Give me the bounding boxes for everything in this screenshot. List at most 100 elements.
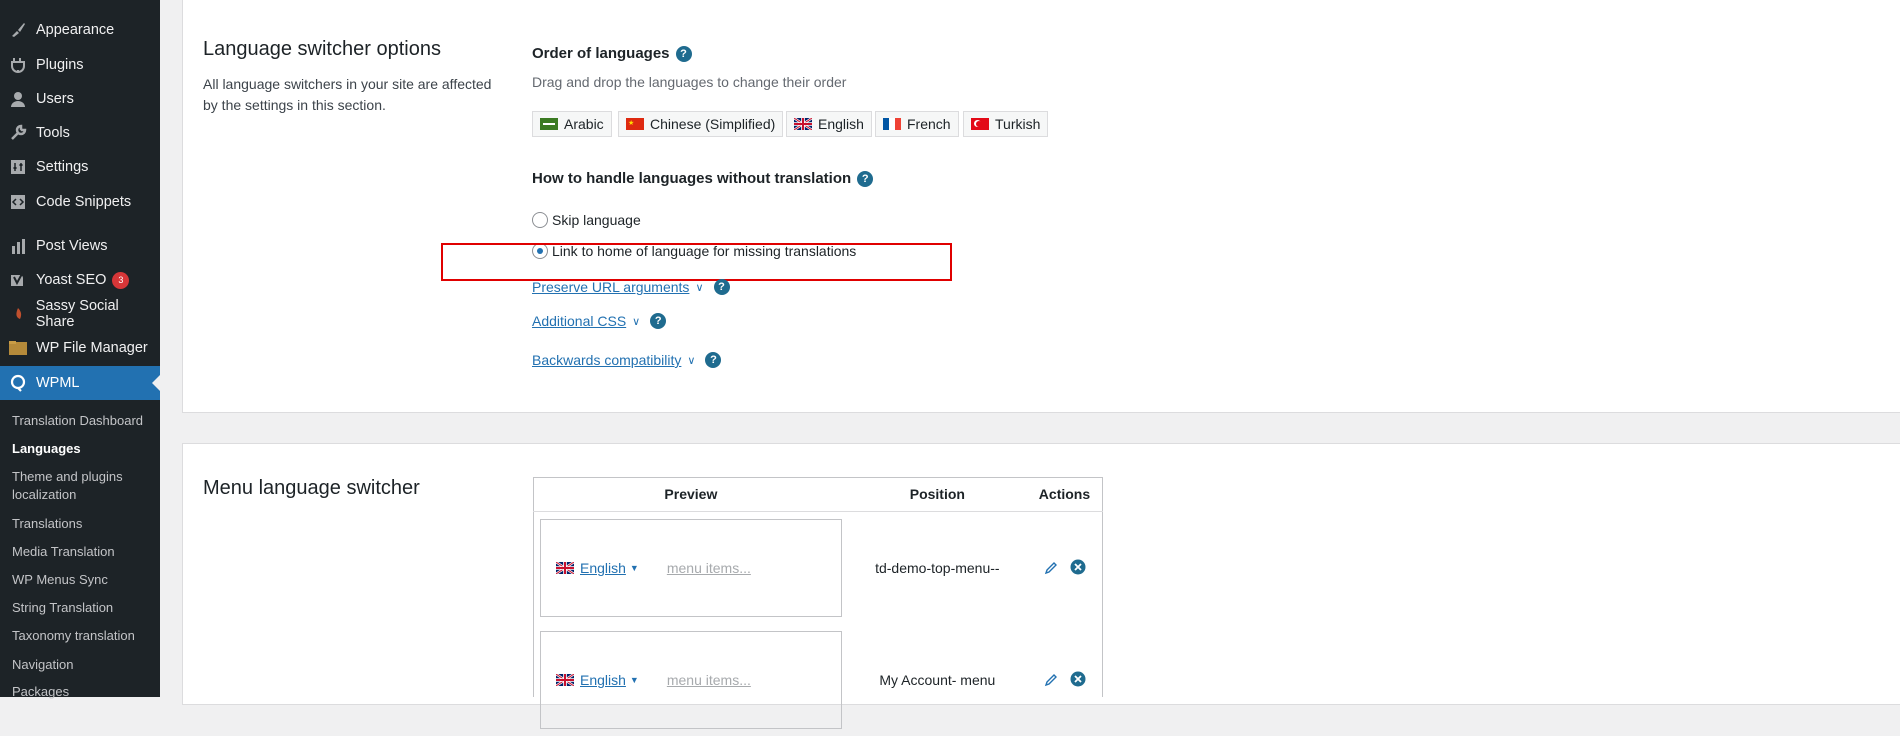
position-cell: My Account- menu [879, 672, 996, 688]
submenu-theme-plugins-localization[interactable]: Theme and plugins localization [12, 468, 158, 504]
additional-css-toggle[interactable]: Additional CSS ∨ ? [532, 313, 667, 329]
missing-translation-title: How to handle languages without translat… [532, 170, 874, 187]
caret-down-icon: ▼ [629, 675, 639, 685]
option-skip-language[interactable]: Skip language [532, 212, 641, 228]
edit-icon[interactable] [1043, 560, 1059, 576]
menu-item-sassy-social-share[interactable]: Sassy Social Share [0, 297, 160, 331]
chevron-down-icon[interactable]: ∨ [687, 354, 695, 367]
preview-language-link[interactable]: English [580, 672, 626, 688]
backwards-compatibility-toggle[interactable]: Backwards compatibility ∨ ? [532, 352, 722, 368]
flag-gb-icon [556, 674, 574, 686]
menu-item-tools[interactable]: Tools [0, 116, 160, 150]
submenu-media-translation[interactable]: Media Translation [12, 543, 158, 561]
menu-label: Plugins [36, 57, 84, 73]
option-label: Skip language [552, 212, 641, 228]
language-label: French [907, 116, 951, 132]
toggle-link[interactable]: Backwards compatibility [532, 352, 681, 368]
submenu-navigation[interactable]: Navigation [12, 656, 158, 674]
caret-down-icon: ▼ [629, 563, 639, 573]
table-row: English ▼ menu items... My Account- menu [533, 624, 1103, 736]
help-icon[interactable]: ? [705, 352, 722, 368]
menu-label: Yoast SEO [36, 272, 107, 288]
language-label: Chinese (Simplified) [650, 116, 776, 132]
column-header-preview: Preview [533, 477, 849, 512]
preview-language-link[interactable]: English [580, 560, 626, 576]
order-title-text: Order of languages [532, 45, 670, 62]
language-chip-turkish[interactable]: Turkish [963, 111, 1049, 137]
position-cell: td-demo-top-menu-- [875, 560, 1000, 576]
column-header-actions: Actions [1025, 477, 1103, 512]
delete-icon[interactable] [1070, 671, 1086, 687]
language-chip-chinese[interactable]: ★ Chinese (Simplified) [618, 111, 784, 137]
actions-cell [1026, 624, 1103, 736]
users-icon [8, 89, 28, 109]
menu-items-placeholder: menu items... [666, 672, 751, 688]
preserve-url-arguments-toggle[interactable]: Preserve URL arguments ∨ ? [532, 279, 730, 295]
menu-item-settings[interactable]: Settings [0, 150, 160, 184]
flag-gb-icon [794, 118, 812, 130]
menu-items-placeholder: menu items... [666, 560, 751, 576]
submenu-taxonomy-translation[interactable]: Taxonomy translation [12, 627, 158, 645]
submenu-translation-dashboard[interactable]: Translation Dashboard [12, 412, 158, 430]
menu-item-appearance[interactable]: Appearance [0, 13, 160, 47]
menu-label: Post Views [36, 238, 108, 254]
flag-gb-icon [556, 562, 574, 574]
menu-item-code-snippets[interactable]: Code Snippets [0, 185, 160, 219]
help-icon[interactable]: ? [857, 170, 874, 187]
menu-label: Users [36, 91, 74, 107]
switcher-preview: English ▼ menu items... [540, 519, 842, 617]
submenu-string-translation[interactable]: String Translation [12, 599, 158, 617]
flag-fr-icon [883, 118, 901, 130]
radio-button[interactable] [532, 212, 548, 228]
toggle-link[interactable]: Additional CSS [532, 313, 626, 329]
switcher-preview: English ▼ menu items... [540, 631, 842, 729]
help-icon[interactable]: ? [650, 313, 667, 329]
language-label: English [818, 116, 864, 132]
menu-item-yoast-seo[interactable]: Yoast SEO 3 [0, 263, 160, 297]
yoast-icon [8, 270, 28, 290]
section-description: All language switchers in your site are … [203, 76, 492, 113]
preview-cell: English ▼ menu items... [533, 512, 849, 625]
menu-label: WP File Manager [36, 340, 148, 356]
switcher-options-panel [182, 0, 1900, 413]
menu-switcher-table: Preview Position Actions English ▼ menu … [533, 477, 1103, 736]
language-chip-arabic[interactable]: Arabic [532, 111, 612, 137]
menu-item-plugins[interactable]: Plugins [0, 48, 160, 82]
language-chip-french[interactable]: French [875, 111, 959, 137]
table-header-row: Preview Position Actions [533, 477, 1103, 512]
paintbrush-icon [8, 20, 28, 40]
menu-label: Code Snippets [36, 194, 132, 210]
menu-label: Sassy Social Share [35, 298, 119, 330]
bar-chart-icon [8, 236, 28, 256]
delete-icon[interactable] [1070, 559, 1086, 575]
highlight-box [441, 243, 952, 281]
flag-sa-icon [540, 118, 558, 130]
wrench-icon [8, 123, 28, 143]
submenu-languages[interactable]: Languages [12, 440, 158, 458]
toggle-link[interactable]: Preserve URL arguments [532, 279, 689, 295]
menu-item-post-views[interactable]: Post Views [0, 229, 160, 263]
help-icon[interactable]: ? [713, 279, 730, 295]
language-chip-english[interactable]: English [786, 111, 872, 137]
submenu-wp-menus-sync[interactable]: WP Menus Sync [12, 571, 158, 589]
actions-cell [1026, 512, 1103, 625]
menu-item-users[interactable]: Users [0, 82, 160, 116]
language-label: Turkish [995, 116, 1041, 132]
column-header-position: Position [848, 477, 1026, 512]
submenu-translations[interactable]: Translations [12, 515, 158, 533]
menu-item-wp-file-manager[interactable]: WP File Manager [0, 331, 160, 365]
missing-title-text: How to handle languages without translat… [532, 170, 852, 187]
share-icon [8, 304, 28, 324]
edit-icon[interactable] [1043, 672, 1059, 688]
folder-icon [8, 338, 28, 358]
chevron-down-icon[interactable]: ∨ [632, 315, 640, 328]
settings-icon [8, 157, 28, 177]
help-icon[interactable]: ? [675, 45, 692, 62]
menu-item-wpml[interactable]: WPML [0, 366, 160, 400]
menu-label: Settings [36, 159, 89, 175]
wpml-icon [8, 373, 28, 393]
chevron-down-icon[interactable]: ∨ [695, 281, 703, 294]
submenu-packages[interactable]: Packages [12, 683, 158, 701]
order-title: Order of languages ? [532, 45, 692, 62]
menu-label: Tools [36, 125, 70, 141]
